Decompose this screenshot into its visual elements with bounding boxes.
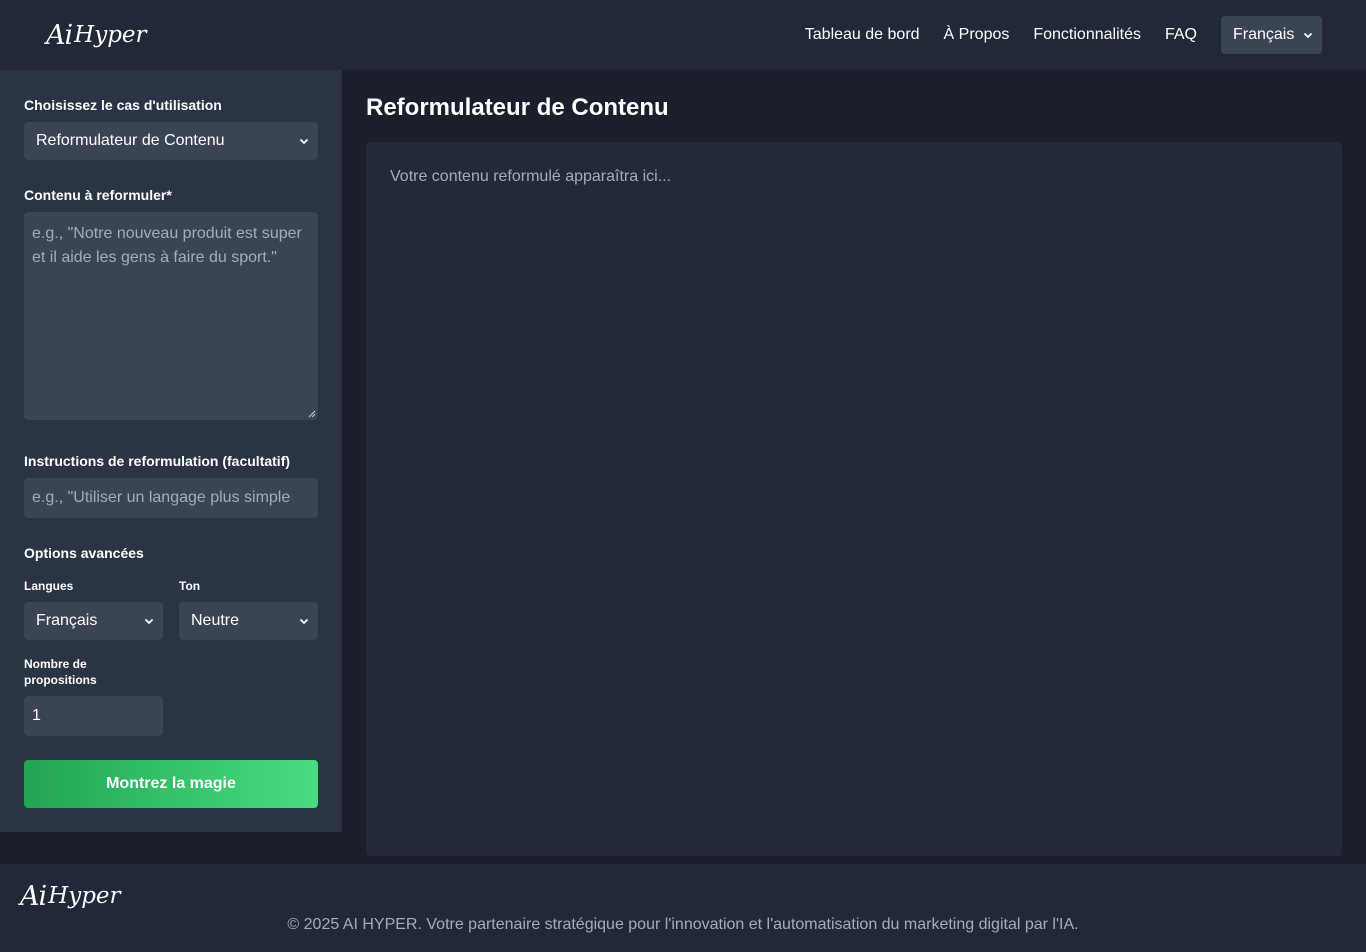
nav-link-about[interactable]: À Propos xyxy=(944,16,1010,54)
instructions-placeholder: e.g., "Utiliser un langage plus simple xyxy=(32,489,291,506)
language-select[interactable]: Français xyxy=(1221,16,1322,54)
chevron-down-icon xyxy=(299,138,309,145)
languages-select-value: Français xyxy=(36,612,98,629)
footer-logo-mark: Ai xyxy=(20,880,47,912)
advanced-options-heading: Options avancées xyxy=(24,545,144,561)
logo-mark: Ai xyxy=(46,19,73,51)
languages-select[interactable]: Français xyxy=(24,602,163,640)
logo[interactable]: Ai Hyper xyxy=(46,19,147,51)
proposals-count-input[interactable]: 1 xyxy=(24,696,163,736)
top-navbar: Ai Hyper Tableau de bord À Propos Foncti… xyxy=(0,0,1366,70)
chevron-down-icon xyxy=(144,618,154,625)
logo-text: Hyper xyxy=(74,22,147,48)
page-title: Reformulateur de Contenu xyxy=(366,94,669,121)
use-case-label: Choisissez le cas d'utilisation xyxy=(24,97,222,113)
language-select-value: Français xyxy=(1233,26,1295,43)
output-panel: Votre contenu reformulé apparaîtra ici..… xyxy=(366,142,1342,856)
instructions-input[interactable]: e.g., "Utiliser un langage plus simple xyxy=(24,478,318,518)
tone-select[interactable]: Neutre xyxy=(179,602,318,640)
output-placeholder: Votre contenu reformulé apparaîtra ici..… xyxy=(390,168,672,185)
footer-logo-text: Hyper xyxy=(48,883,121,909)
instructions-label: Instructions de reformulation (facultati… xyxy=(24,453,291,469)
resize-handle-icon[interactable] xyxy=(308,410,316,418)
content-textarea[interactable]: e.g., "Notre nouveau produit est super e… xyxy=(24,212,318,420)
use-case-select[interactable]: Reformulateur de Contenu xyxy=(24,122,318,160)
chevron-down-icon xyxy=(1303,32,1313,39)
nav-link-dashboard[interactable]: Tableau de bord xyxy=(805,16,920,54)
tone-label: Ton xyxy=(179,579,201,593)
proposals-label: Nombre de propositions xyxy=(24,657,97,687)
content-label: Contenu à reformuler* xyxy=(24,187,172,203)
use-case-select-value: Reformulateur de Contenu xyxy=(36,132,225,149)
generate-button[interactable]: Montrez la magie xyxy=(24,760,318,808)
footer: Ai Hyper © 2025 AI HYPER. Votre partenai… xyxy=(0,864,1366,952)
languages-label: Langues xyxy=(24,579,74,593)
footer-copyright: © 2025 AI HYPER. Votre partenaire straté… xyxy=(287,916,1079,933)
tone-select-value: Neutre xyxy=(191,612,240,629)
sidebar-form: Choisissez le cas d'utilisation Reformul… xyxy=(0,70,342,832)
nav-link-features[interactable]: Fonctionnalités xyxy=(1033,16,1141,54)
proposals-count-value: 1 xyxy=(32,707,41,724)
chevron-down-icon xyxy=(299,618,309,625)
main-nav: Tableau de bord À Propos Fonctionnalités… xyxy=(805,16,1322,54)
content-placeholder: e.g., "Notre nouveau produit est super e… xyxy=(32,225,302,266)
footer-logo[interactable]: Ai Hyper xyxy=(20,880,121,912)
nav-link-faq[interactable]: FAQ xyxy=(1165,16,1197,54)
